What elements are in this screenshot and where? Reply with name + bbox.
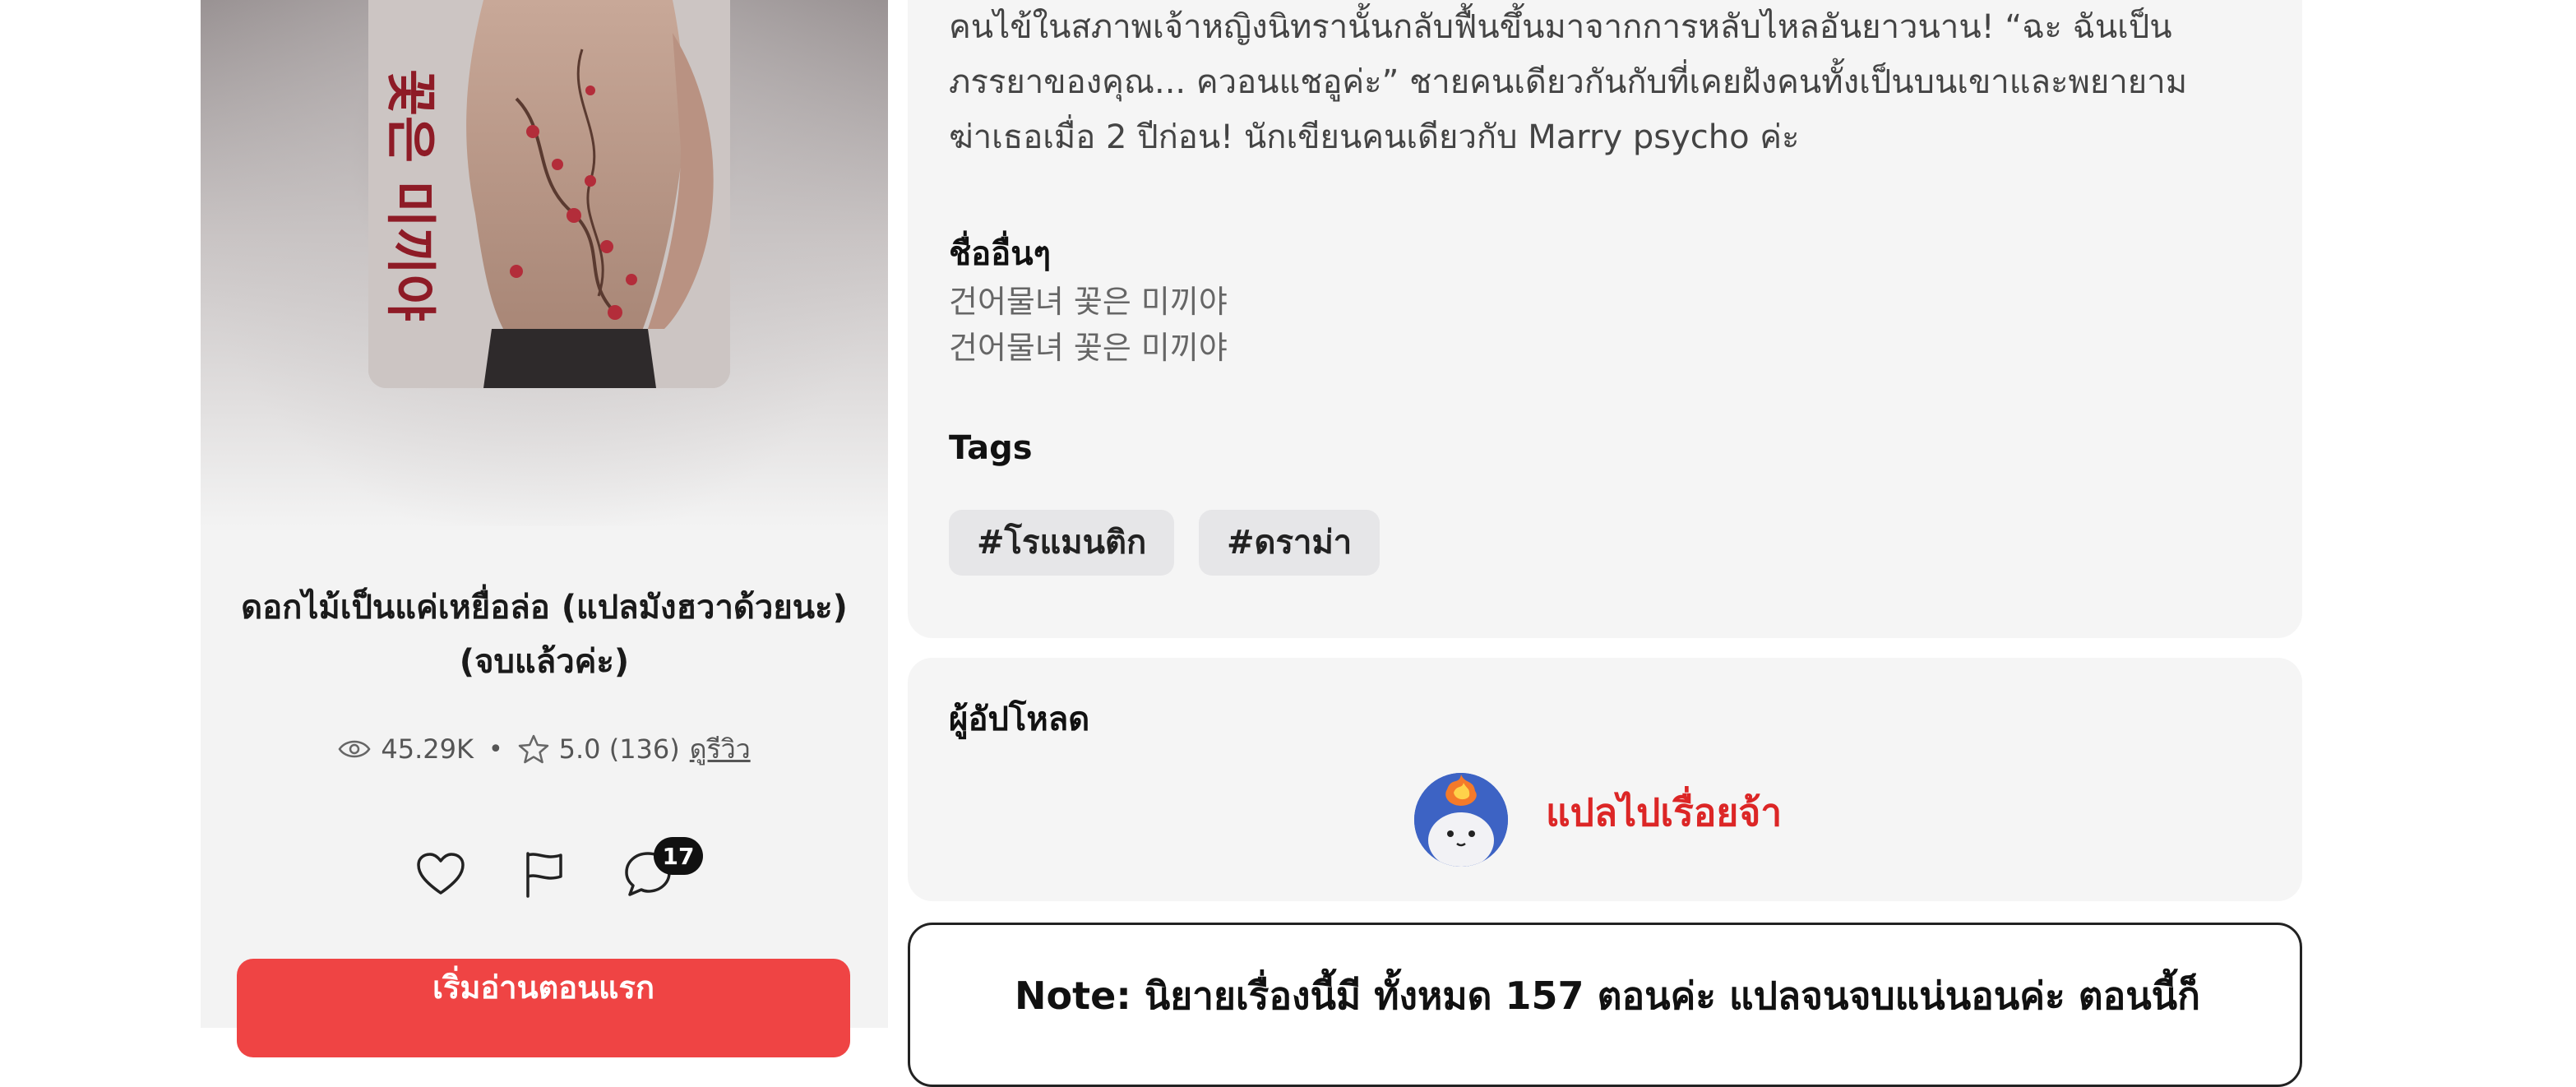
- book-stats: 45.29K • 5.0 (136) ดูรีวิว: [201, 729, 888, 770]
- start-reading-button[interactable]: เริ่มอ่านตอนแรก: [237, 959, 850, 1057]
- alt-name: 건어물녀 꽃은 미끼야: [949, 284, 1228, 320]
- comments-button[interactable]: 17: [621, 837, 703, 903]
- book-cover[interactable]: 꽃은 미끼야: [368, 0, 730, 388]
- tag-drama[interactable]: #ดราม่า: [1199, 510, 1380, 576]
- separator-dot: •: [488, 734, 503, 764]
- synopsis-line: ฆ่าเธอเมื่อ 2 ปีก่อน! นักเขียนคนเดียวกับ…: [949, 118, 1800, 156]
- heart-icon: [416, 852, 465, 900]
- alt-names-heading: ชื่ออื่นๆ: [949, 235, 1052, 273]
- avatar[interactable]: [1414, 773, 1508, 867]
- star-icon: [518, 734, 549, 764]
- uploader-card: ผู้อัปโหลด แปลไปเรื่อยจ้า: [908, 658, 2302, 901]
- book-sidebar: 꽃은 미끼야 ดอกไม้เป็นแค่เหยื่อล่อ (แปลมังฮวา…: [201, 0, 888, 1057]
- tag-romantic[interactable]: #โรแมนติก: [949, 510, 1175, 576]
- note-card: Note: นิยายเรื่องนี้มี ทั้งหมด 157 ตอนค่…: [908, 923, 2302, 1087]
- rating-value: 5.0 (136): [558, 733, 680, 765]
- report-button[interactable]: [517, 849, 571, 903]
- view-reviews-link[interactable]: ดูรีวิว: [690, 729, 751, 770]
- flag-icon: [521, 850, 567, 901]
- tags-heading: Tags: [949, 429, 1033, 467]
- synopsis-line: ภรรยาของคุณ... ควอนแชอูค่ะ” ชายคนเดียวกั…: [949, 63, 2188, 101]
- book-title: ดอกไม้เป็นแค่เหยื่อล่อ (แปลมังฮวาด้วยนะ)…: [241, 589, 848, 681]
- uploader-heading: ผู้อัปโหลด: [949, 701, 1090, 738]
- eye-icon: [338, 737, 371, 761]
- synopsis-card: คนไข้ในสภาพเจ้าหญิงนิทรานั้นกลับฟื้นขึ้น…: [908, 0, 2302, 638]
- book-actions: 17: [201, 837, 888, 913]
- cover-title-text: 꽃은 미끼야: [381, 69, 441, 321]
- view-count: 45.29K: [381, 733, 474, 765]
- uploader-name-link[interactable]: แปลไปเรื่อยจ้า: [1546, 783, 1782, 843]
- alt-name: 건어물녀 꽃은 미끼야: [949, 330, 1228, 366]
- synopsis: คนไข้ในสภาพเจ้าหญิงนิทรานั้นกลับฟื้นขึ้น…: [949, 0, 2264, 165]
- synopsis-line: คนไข้ในสภาพเจ้าหญิงนิทรานั้นกลับฟื้นขึ้น…: [949, 8, 2172, 46]
- favorite-button[interactable]: [414, 849, 468, 903]
- comment-count-badge: 17: [654, 837, 703, 875]
- note-text: Note: นิยายเรื่องนี้มี ทั้งหมด 157 ตอนค่…: [1015, 974, 2200, 1018]
